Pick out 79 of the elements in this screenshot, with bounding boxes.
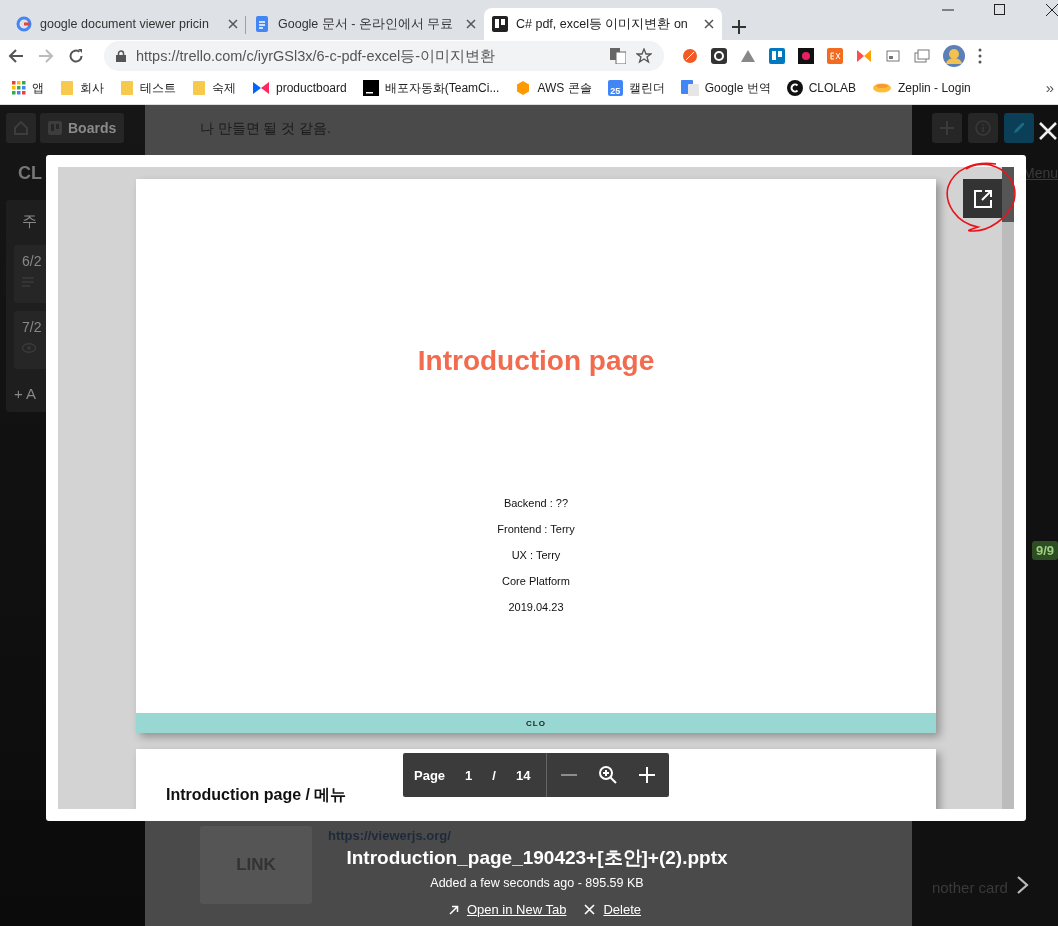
star-icon[interactable] [636,48,652,64]
bookmark-link[interactable]: 숙제 [212,79,236,97]
tc-logo-icon [362,80,379,96]
browser-tab[interactable]: Google 문서 - 온라인에서 무료 [246,8,484,40]
circle-logo-icon [786,80,803,96]
browser-tab[interactable]: google document viewer pricin [8,8,246,40]
browser-tab[interactable]: C# pdf, excel등 이미지변환 on [484,8,722,40]
bookmark-link[interactable]: CLOLAB [808,81,857,95]
arrow-logo-icon [252,81,270,95]
bookmark-link[interactable]: productboard [276,81,347,95]
bookmark-link[interactable]: 회사 [80,79,104,97]
slide-text: Core Platform [502,575,570,587]
bookmark-link[interactable]: 캘린더 [628,79,665,97]
close-icon[interactable] [704,19,714,29]
plus-icon[interactable] [732,20,746,34]
window-icon[interactable] [885,48,901,64]
boards-button[interactable]: Boards [40,113,125,143]
avatar-icon[interactable] [943,45,965,67]
list-title: 주 [22,212,38,231]
page-number[interactable]: 1 [465,767,473,783]
board-icon [492,16,508,32]
slash-circle-icon[interactable] [682,48,698,64]
zoom-in-icon[interactable] [639,767,656,783]
zoom-icon[interactable] [599,766,618,784]
ex-icon[interactable] [827,48,843,64]
close-icon [584,904,596,915]
page-separator: / [492,767,496,783]
scrollbar[interactable] [1002,167,1014,809]
bookmark-link[interactable]: 배포자동화(TeamCi... [384,79,500,97]
lock-icon [116,50,126,62]
tab-title: google document viewer pricin [40,17,210,31]
slide-title: Introduction page / 메뉴 [166,785,348,805]
bookmark-link[interactable]: 테스트 [140,79,176,97]
more-icon[interactable] [978,48,982,64]
bookmark-link[interactable]: Google 번역 [704,79,771,97]
slide-footer: CLO [136,713,936,733]
zeplin-icon [872,82,893,94]
arrow-icon [448,904,459,915]
cube-icon [515,80,532,96]
slide-title: Introduction page [417,345,655,377]
action-link[interactable]: Open in New Tab [466,902,567,917]
tab-title: C# pdf, excel등 이미지변환 on [516,15,689,33]
file-name: Introduction_page_190423+[초안]+(2).pptx [346,848,728,868]
slide-text: Frontend : Terry [497,523,575,535]
board-title: CL [18,163,43,184]
page-label: Page [414,767,446,783]
slide-text: 2019.04.23 [508,601,564,613]
calendar-icon: 25 [607,80,623,96]
google-icon [16,16,32,32]
tab-title: Google 문서 - 온라인에서 무료 [278,15,455,33]
slide-text: UX : Terry [511,549,561,561]
folder-icon [192,80,206,96]
apps-icon [12,81,26,95]
back-icon[interactable] [8,48,24,64]
slide-text: Backend : ?? [503,497,569,509]
screens-icon[interactable] [914,48,930,64]
external-link-icon [973,189,992,208]
page-total: 14 [515,767,531,783]
translate-icon[interactable] [610,48,626,64]
translate-icon [680,80,699,96]
file-meta: Added a few seconds ago - 895.59 KB [430,876,644,890]
bookmark-link[interactable]: 앱 [32,79,44,97]
open-external-button[interactable] [963,179,1002,218]
reload-icon[interactable] [68,48,84,64]
folder-icon [120,80,134,96]
checklist-badge: 9/9 [1031,541,1058,560]
bookmark-link[interactable]: Zeplin - Login [898,81,971,95]
bookmarks-overflow[interactable]: » [1045,79,1054,96]
c-logo-icon[interactable] [711,48,727,64]
burst-icon[interactable] [798,48,814,64]
next-icon[interactable] [1016,875,1030,895]
action-link[interactable]: Delete [603,902,642,917]
bookmark-link[interactable]: AWS 콘솔 [537,79,592,97]
triangle-icon[interactable] [740,48,756,64]
board-icon[interactable] [769,48,785,64]
arrow-logo-icon[interactable] [856,49,872,63]
folder-icon [60,80,74,96]
document-icon [254,16,270,32]
address-field[interactable]: https://trello.com/c/iyrGSl3x/6-c-pdf-excel등-이미지변환 [104,41,664,71]
